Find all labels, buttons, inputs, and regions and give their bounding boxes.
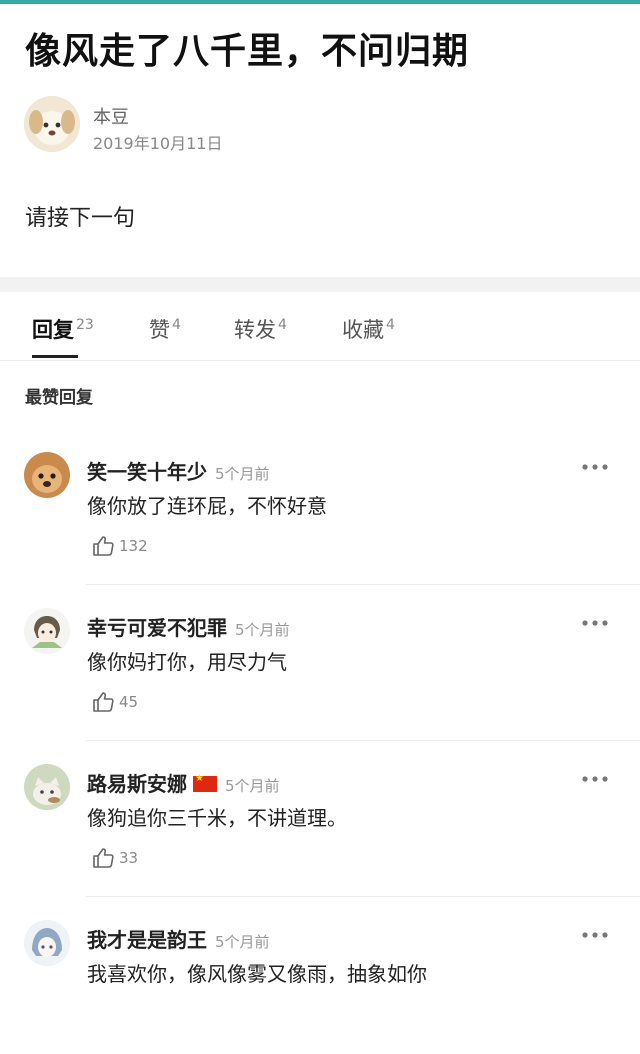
anime-avatar-icon — [24, 920, 70, 966]
commenter-name-text: 笑一笑十年少 — [87, 460, 207, 484]
tab-favorites[interactable]: 收藏 4 — [342, 314, 395, 344]
tab-replies[interactable]: 回复 23 — [32, 314, 94, 344]
comment-item: 笑一笑十年少 5个月前 像你放了连环屁，不怀好意 132 — [0, 430, 640, 586]
tab-replies-label: 回复 — [32, 318, 74, 342]
top-accent-bar — [0, 0, 640, 4]
tab-bar: 回复 23 赞4 转发 4 收藏 4 — [0, 292, 640, 361]
thumbs-up-icon — [93, 692, 114, 712]
commenter-name[interactable]: 笑一笑十年少 5个月前 — [87, 456, 270, 485]
section-divider — [0, 277, 640, 292]
thumbs-up-icon — [93, 536, 114, 556]
comment-time: 5个月前 — [215, 465, 270, 483]
commenter-avatar[interactable] — [24, 920, 70, 966]
commenter-avatar[interactable] — [24, 608, 70, 654]
commenter-name-text: 幸亏可爱不犯罪 — [87, 616, 227, 640]
like-button[interactable]: 33 — [92, 846, 138, 870]
post-date: 2019年10月11日 — [93, 134, 223, 153]
comment-divider — [86, 896, 640, 897]
tab-reposts[interactable]: 转发 4 — [234, 314, 287, 344]
comment-time: 5个月前 — [215, 933, 270, 951]
tab-favorites-count: 4 — [386, 317, 395, 333]
post-body: 请接下一句 — [25, 206, 136, 231]
author-avatar[interactable] — [24, 96, 80, 152]
comment-item: 我才是是韵王 5个月前 我喜欢你，像风像雾又像雨，抽象如你 — [0, 898, 640, 1054]
tab-replies-count: 23 — [76, 317, 94, 333]
like-count: 33 — [119, 849, 139, 867]
china-flag-icon — [193, 773, 217, 792]
tab-reposts-label: 转发 — [234, 318, 276, 342]
commenter-name-text: 我才是是韵王 — [87, 928, 207, 952]
cat-avatar-icon — [24, 764, 70, 810]
thumbs-up-icon — [93, 848, 114, 868]
commenter-name[interactable]: 我才是是韵王 5个月前 — [87, 924, 270, 953]
comment-time: 5个月前 — [225, 777, 280, 795]
comment-text: 像狗追你三千米，不讲道理。 — [87, 806, 347, 830]
more-options-icon[interactable] — [578, 616, 612, 630]
cartoon-girl-avatar-icon — [24, 608, 70, 654]
post-title: 像风走了八千里，不问归期 — [25, 31, 470, 72]
active-tab-indicator — [32, 355, 78, 358]
comment-text: 像你妈打你，用尽力气 — [87, 650, 287, 674]
more-options-icon[interactable] — [578, 460, 612, 474]
like-count: 132 — [119, 537, 148, 555]
comment-time: 5个月前 — [235, 621, 290, 639]
commenter-avatar[interactable] — [24, 764, 70, 810]
comment-divider — [86, 740, 640, 741]
like-button[interactable]: 45 — [92, 690, 138, 714]
more-options-icon[interactable] — [578, 772, 612, 786]
author-name[interactable]: 本豆 — [93, 103, 129, 129]
comment-item: 幸亏可爱不犯罪 5个月前 像你妈打你，用尽力气 45 — [0, 586, 640, 742]
section-label-top-replies: 最赞回复 — [25, 388, 93, 408]
commenter-name[interactable]: 路易斯安娜 5个月前 — [87, 768, 280, 797]
comment-divider — [86, 584, 640, 585]
like-count: 45 — [119, 693, 139, 711]
tab-favorites-label: 收藏 — [342, 318, 384, 342]
more-options-icon[interactable] — [578, 928, 612, 942]
commenter-name-text: 路易斯安娜 — [87, 772, 187, 796]
tab-likes-count: 4 — [172, 317, 181, 333]
commenter-avatar[interactable] — [24, 452, 70, 498]
puppy-avatar-icon — [24, 96, 80, 152]
comment-text: 我喜欢你，像风像雾又像雨，抽象如你 — [87, 962, 427, 986]
dog-avatar-icon — [24, 452, 70, 498]
tab-reposts-count: 4 — [278, 317, 287, 333]
commenter-name[interactable]: 幸亏可爱不犯罪 5个月前 — [87, 612, 290, 641]
tab-likes-label: 赞 — [149, 318, 170, 342]
like-button[interactable]: 132 — [92, 534, 148, 558]
tab-likes[interactable]: 赞4 — [149, 314, 181, 344]
comment-text: 像你放了连环屁，不怀好意 — [87, 494, 327, 518]
comment-item: 路易斯安娜 5个月前 像狗追你三千米，不讲道理。 33 — [0, 742, 640, 898]
